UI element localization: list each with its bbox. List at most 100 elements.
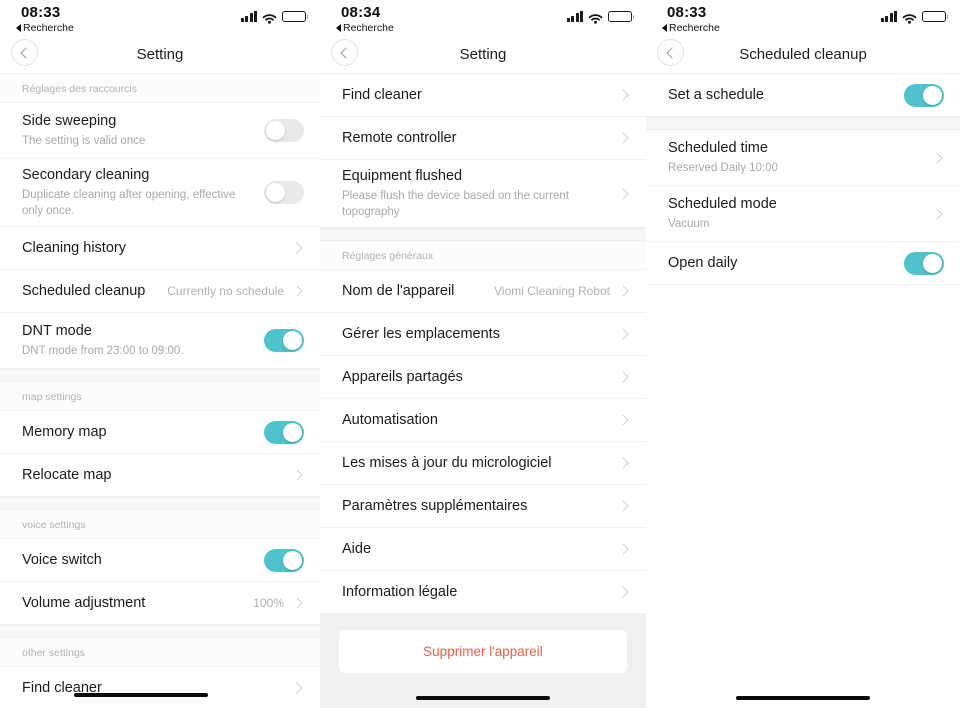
list-item-aide[interactable]: Aide	[320, 528, 646, 571]
status-bar-back-to-search[interactable]: Recherche	[16, 22, 74, 34]
delete-device-button[interactable]: Supprimer l'appareil	[339, 630, 627, 673]
status-bar: 08:34 Recherche	[320, 0, 646, 36]
chevron-right-icon	[931, 151, 943, 164]
list-item-secondary-cleaning[interactable]: Secondary cleaning Duplicate cleaning aft…	[0, 159, 320, 227]
status-bar-back-label: Recherche	[669, 22, 720, 34]
list-item-dnt-mode[interactable]: DNT mode DNT mode from 23:00 to 09:00.	[0, 313, 320, 369]
settings-list[interactable]: Find cleaner Remote controller Equipment f…	[320, 74, 646, 614]
list-item-text: Relocate map	[22, 466, 293, 485]
toggle-secondary-cleaning[interactable]	[264, 181, 304, 204]
list-item-equipment-flushed[interactable]: Equipment flushed Please flush the device…	[320, 160, 646, 228]
chevron-right-icon	[617, 371, 629, 383]
toggle-knob	[923, 85, 942, 105]
list-item-cleaning-history[interactable]: Cleaning history	[0, 227, 320, 270]
toggle-side-sweeping[interactable]	[264, 119, 304, 142]
list-item-text: Aide	[342, 540, 619, 559]
list-item-nom-de-l-appareil[interactable]: Nom de l'appareil Viomi Cleaning Robot	[320, 270, 646, 313]
list-item-information-l-gale[interactable]: Information légale	[320, 571, 646, 614]
battery-icon	[922, 10, 949, 22]
list-item-text: Side sweeping The setting is valid once	[22, 112, 264, 149]
status-bar-back-label: Recherche	[343, 22, 394, 34]
list-item-subtitle: Please flush the device based on the cur…	[342, 190, 569, 218]
list-item-set-a-schedule[interactable]: Set a schedule	[646, 74, 960, 117]
settings-list[interactable]: Réglages des raccourcis Side sweeping The …	[0, 74, 320, 708]
cellular-signal-icon	[566, 11, 583, 22]
cellular-signal-icon	[880, 11, 897, 22]
toggle-open-daily[interactable]	[904, 251, 944, 275]
list-item-title: Open daily	[668, 254, 738, 271]
list-item-memory-map[interactable]: Memory map	[0, 411, 320, 454]
list-item-title: Secondary cleaning	[22, 167, 150, 183]
list-item-title: Relocate map	[22, 466, 112, 483]
list-item-value: 100%	[253, 596, 284, 610]
toggle-voice-switch[interactable]	[264, 548, 304, 572]
list-item-open-daily[interactable]: Open daily	[646, 242, 960, 285]
toggle-memory-map[interactable]	[264, 420, 304, 444]
chevron-right-icon	[617, 500, 629, 512]
status-bar-indicators	[566, 9, 635, 24]
section-separator	[0, 497, 320, 510]
list-item-title: Remote controller	[342, 129, 457, 146]
list-item-voice-switch[interactable]: Voice switch	[0, 539, 320, 582]
back-button[interactable]	[11, 39, 38, 66]
list-item-param-tres-suppl-mentaires[interactable]: Paramètres supplémentaires	[320, 485, 646, 528]
phone-screen-settings-1: 08:33 Recherche Setting Réglages des rac…	[0, 0, 320, 708]
delete-device-footer: Supprimer l'appareil	[320, 614, 646, 673]
list-item-subtitle: Reserved Daily 10:00	[668, 162, 778, 174]
section-header-r-glages-g-n-raux: Réglages généraux	[320, 241, 646, 270]
list-item-automatisation[interactable]: Automatisation	[320, 399, 646, 442]
list-item-scheduled-mode[interactable]: Scheduled mode Vacuum	[646, 186, 960, 242]
list-item-title: Aide	[342, 540, 372, 557]
list-item-subtitle: DNT mode from 23:00 to 09:00.	[22, 345, 184, 357]
list-item-subtitle: Duplicate cleaning after opening, effect…	[22, 189, 236, 217]
list-item-title: Side sweeping	[22, 113, 117, 129]
list-item-side-sweeping[interactable]: Side sweeping The setting is valid once	[0, 103, 320, 159]
chevron-right-icon	[617, 328, 629, 340]
list-item-text: Voice switch	[22, 551, 264, 570]
phone-screen-settings-2: 08:34 Recherche Setting Find cleaner Remo…	[320, 0, 646, 708]
list-item-title: Appareils partagés	[342, 368, 463, 385]
nav-bar: Scheduled cleanup	[646, 36, 960, 74]
list-item-scheduled-cleanup[interactable]: Scheduled cleanup Currently no schedule	[0, 270, 320, 313]
cellular-signal-icon	[240, 11, 257, 22]
list-item-find-cleaner[interactable]: Find cleaner	[320, 74, 646, 117]
list-item-text: Volume adjustment	[22, 594, 253, 613]
list-item-title: Set a schedule	[668, 86, 764, 103]
list-item-g-rer-les-emplacements[interactable]: Gérer les emplacements	[320, 313, 646, 356]
status-bar-back-to-search[interactable]: Recherche	[336, 22, 394, 34]
back-button[interactable]	[657, 39, 684, 66]
toggle-knob	[283, 550, 302, 570]
battery-icon	[608, 10, 635, 22]
status-bar-back-to-search[interactable]: Recherche	[662, 22, 720, 34]
list-item-scheduled-time[interactable]: Scheduled time Reserved Daily 10:00	[646, 130, 960, 186]
list-item-find-cleaner[interactable]: Find cleaner	[0, 667, 320, 708]
list-item-title: Automatisation	[342, 411, 438, 428]
list-item-appareils-partag-s[interactable]: Appareils partagés	[320, 356, 646, 399]
list-item-title: Equipment flushed	[342, 168, 463, 184]
chevron-right-icon	[617, 414, 629, 426]
section-header-r-glages-des-raccourcis: Réglages des raccourcis	[0, 74, 320, 103]
list-item-volume-adjustment[interactable]: Volume adjustment 100%	[0, 582, 320, 625]
list-item-text: Scheduled time Reserved Daily 10:00	[668, 139, 933, 176]
back-button[interactable]	[331, 39, 358, 66]
section-separator	[0, 369, 320, 382]
home-indicator	[736, 695, 870, 700]
toggle-knob	[266, 183, 285, 202]
toggle-knob	[283, 331, 302, 350]
list-item-text: Find cleaner	[342, 86, 619, 105]
status-bar-back-label: Recherche	[23, 22, 74, 34]
list-item-remote-controller[interactable]: Remote controller	[320, 117, 646, 160]
status-bar-time: 08:33	[667, 4, 707, 21]
chevron-right-icon	[931, 207, 943, 220]
status-bar: 08:33 Recherche	[0, 0, 320, 36]
list-item-les-mises-jour-du-micrologiciel[interactable]: Les mises à jour du micrologiciel	[320, 442, 646, 485]
chevron-right-icon	[617, 285, 629, 297]
phone-screen-scheduled-cleanup: 08:33 Recherche Scheduled cleanup Set a …	[646, 0, 960, 708]
toggle-set-a-schedule[interactable]	[904, 83, 944, 107]
settings-list[interactable]: Set a schedule Scheduled time Reserved Dai…	[646, 74, 960, 285]
list-item-title: Scheduled cleanup	[22, 282, 146, 299]
status-bar-time: 08:34	[341, 4, 381, 21]
chevron-left-icon	[340, 46, 352, 59]
list-item-relocate-map[interactable]: Relocate map	[0, 454, 320, 497]
toggle-dnt-mode[interactable]	[264, 329, 304, 352]
